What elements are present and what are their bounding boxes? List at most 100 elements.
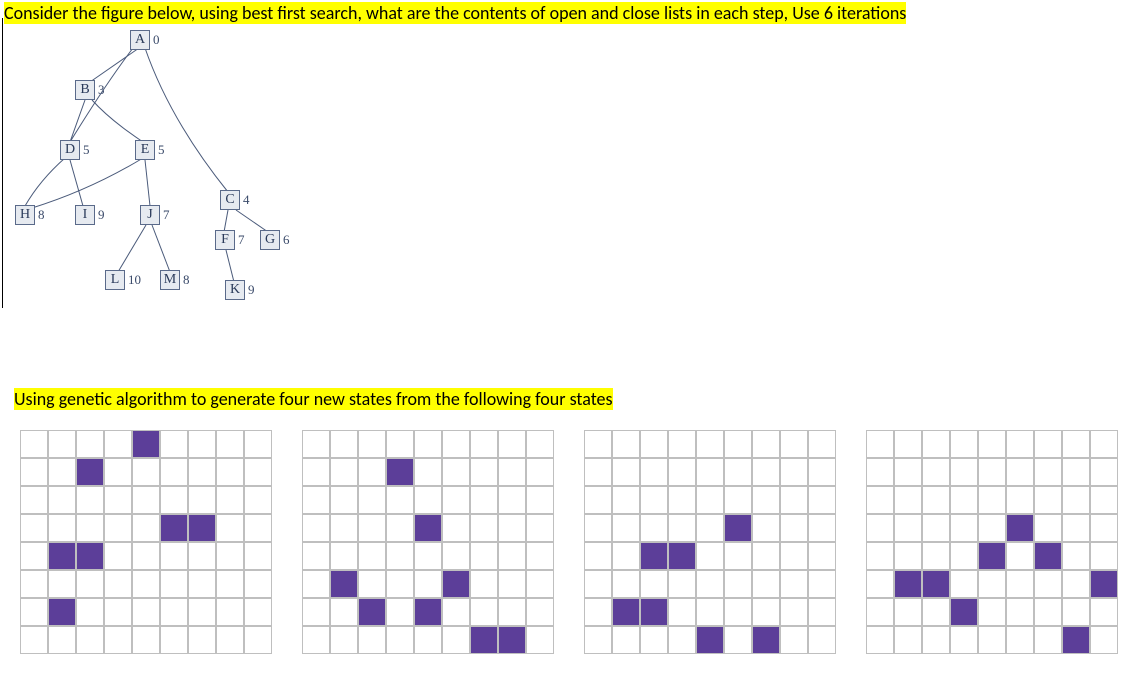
grid-cell [414,570,442,598]
grid-cell [358,570,386,598]
node-f: F7 [215,230,245,250]
grid-cell [330,598,358,626]
node-g: G6 [260,230,290,250]
grid-cell [414,598,442,626]
grid-cell [498,486,526,514]
node-b: B3 [75,80,105,100]
grid-cell [216,458,244,486]
grid-cell [1090,598,1118,626]
grid-cell [132,486,160,514]
grid-cell [808,598,836,626]
grid-cell [244,598,272,626]
node-box: G [260,230,280,250]
grid-cell [48,486,76,514]
grid-cell [160,458,188,486]
node-box: M [160,270,180,290]
grid-cell [950,458,978,486]
grid-cell [20,598,48,626]
grid-cell [48,514,76,542]
grid-cell [188,598,216,626]
grid-cell [1034,542,1062,570]
grid-cell [866,514,894,542]
grid-cell [894,486,922,514]
grid-cell [668,458,696,486]
node-box: H [15,205,35,225]
grid-cell [160,570,188,598]
node-box: E [135,140,155,160]
node-d: D5 [60,140,90,160]
grid-cell [188,514,216,542]
grid-cell [470,458,498,486]
grid-cell [978,542,1006,570]
grid-cell [498,598,526,626]
node-box: L [105,270,125,290]
grid-cell [48,598,76,626]
grid-cell [302,570,330,598]
grid-cell [386,514,414,542]
grid-cell [950,514,978,542]
state-grid-4 [866,430,1118,654]
grid-cell [752,430,780,458]
grid-cell [104,458,132,486]
grid-cell [526,458,554,486]
grid-cell [526,598,554,626]
grid-cell [20,430,48,458]
grid-cell [20,542,48,570]
grid-cell [752,542,780,570]
grid-cell [1034,570,1062,598]
grid-cell [470,430,498,458]
grid-cell [160,486,188,514]
question-2: Using genetic algorithm to generate four… [14,388,613,410]
state-grids-container [20,430,1118,654]
tree-edges [10,30,290,320]
grid-cell [1006,570,1034,598]
node-value: 5 [83,142,90,158]
grid-cell [612,458,640,486]
grid-cell [780,598,808,626]
grid-cell [894,598,922,626]
grid-cell [132,514,160,542]
grid-cell [414,458,442,486]
grid-cell [612,430,640,458]
grid-cell [894,570,922,598]
grid-cell [302,486,330,514]
grid-cell [922,542,950,570]
grid-cell [612,626,640,654]
node-box: D [60,140,80,160]
node-value: 8 [38,207,45,223]
grid-cell [894,514,922,542]
grid-cell [752,626,780,654]
grid-cell [950,430,978,458]
grid-cell [526,542,554,570]
node-j: J7 [140,205,170,225]
grid-cell [442,598,470,626]
grid-cell [724,570,752,598]
grid-cell [104,430,132,458]
grid-cell [668,542,696,570]
grid-cell [950,570,978,598]
grid-cell [132,430,160,458]
grid-cell [386,458,414,486]
grid-cell [216,542,244,570]
grid-cell [104,486,132,514]
grid-cell [358,486,386,514]
grid-cell [1090,486,1118,514]
grid-cell [330,626,358,654]
grid-cell [922,626,950,654]
grid-cell [724,542,752,570]
grid-cell [1034,458,1062,486]
grid-cell [894,430,922,458]
grid-cell [526,626,554,654]
grid-cell [1062,486,1090,514]
grid-cell [302,542,330,570]
grid-cell [584,570,612,598]
grid-cell [808,486,836,514]
grid-cell [894,626,922,654]
node-value: 6 [283,232,290,248]
grid-cell [216,598,244,626]
grid-cell [1034,598,1062,626]
grid-cell [132,570,160,598]
grid-cell [752,570,780,598]
grid-cell [808,542,836,570]
grid-cell [752,514,780,542]
